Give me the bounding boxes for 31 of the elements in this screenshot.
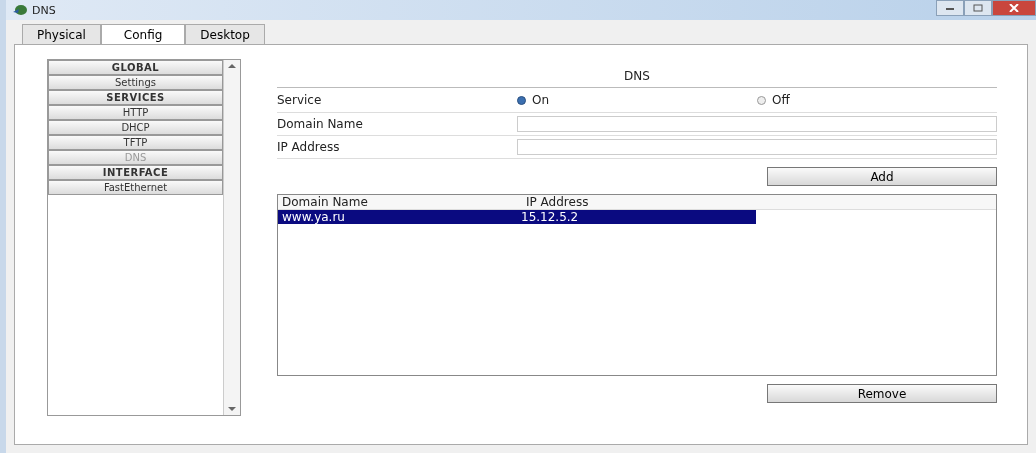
sidebar-item[interactable]: SERVICES — [48, 90, 223, 105]
input-field[interactable] — [517, 116, 997, 132]
tab[interactable]: Config — [100, 24, 186, 44]
field-label: Domain Name — [277, 117, 364, 131]
minimize-button[interactable] — [936, 0, 964, 16]
panel-title: DNS — [277, 59, 997, 88]
radio-button[interactable]: Off — [757, 93, 997, 107]
field-label: IP Address — [277, 140, 341, 154]
add-button[interactable]: Add — [767, 167, 997, 186]
sidebar-item[interactable]: DHCP — [48, 120, 223, 135]
sidebar-item[interactable]: FastEthernet — [48, 180, 223, 195]
sidebar-item[interactable]: HTTP — [48, 105, 223, 120]
remove-button[interactable]: Remove — [767, 384, 997, 403]
table-row[interactable]: www.ya.ru 15.12.5.2 — [278, 210, 756, 224]
maximize-icon — [973, 4, 983, 12]
input-field[interactable] — [517, 139, 997, 155]
sidebar-item[interactable]: TFTP — [48, 135, 223, 150]
column-header: Domain Name — [281, 195, 369, 209]
close-icon — [1009, 4, 1019, 12]
tab[interactable]: Physical — [22, 24, 101, 44]
minimize-icon — [945, 5, 955, 11]
sidebar-item[interactable]: INTERFACE — [48, 165, 223, 180]
close-button[interactable] — [992, 0, 1036, 16]
radio-button[interactable]: On — [517, 93, 757, 107]
sidebar-item[interactable]: Settings — [48, 75, 223, 90]
window-title: DNS — [32, 3, 56, 17]
field-label: Service — [277, 93, 323, 107]
tab[interactable]: Desktop — [185, 24, 265, 44]
scrollbar[interactable] — [223, 60, 240, 415]
sidebar-item[interactable]: GLOBAL — [48, 60, 223, 75]
column-header: IP Address — [525, 195, 590, 209]
